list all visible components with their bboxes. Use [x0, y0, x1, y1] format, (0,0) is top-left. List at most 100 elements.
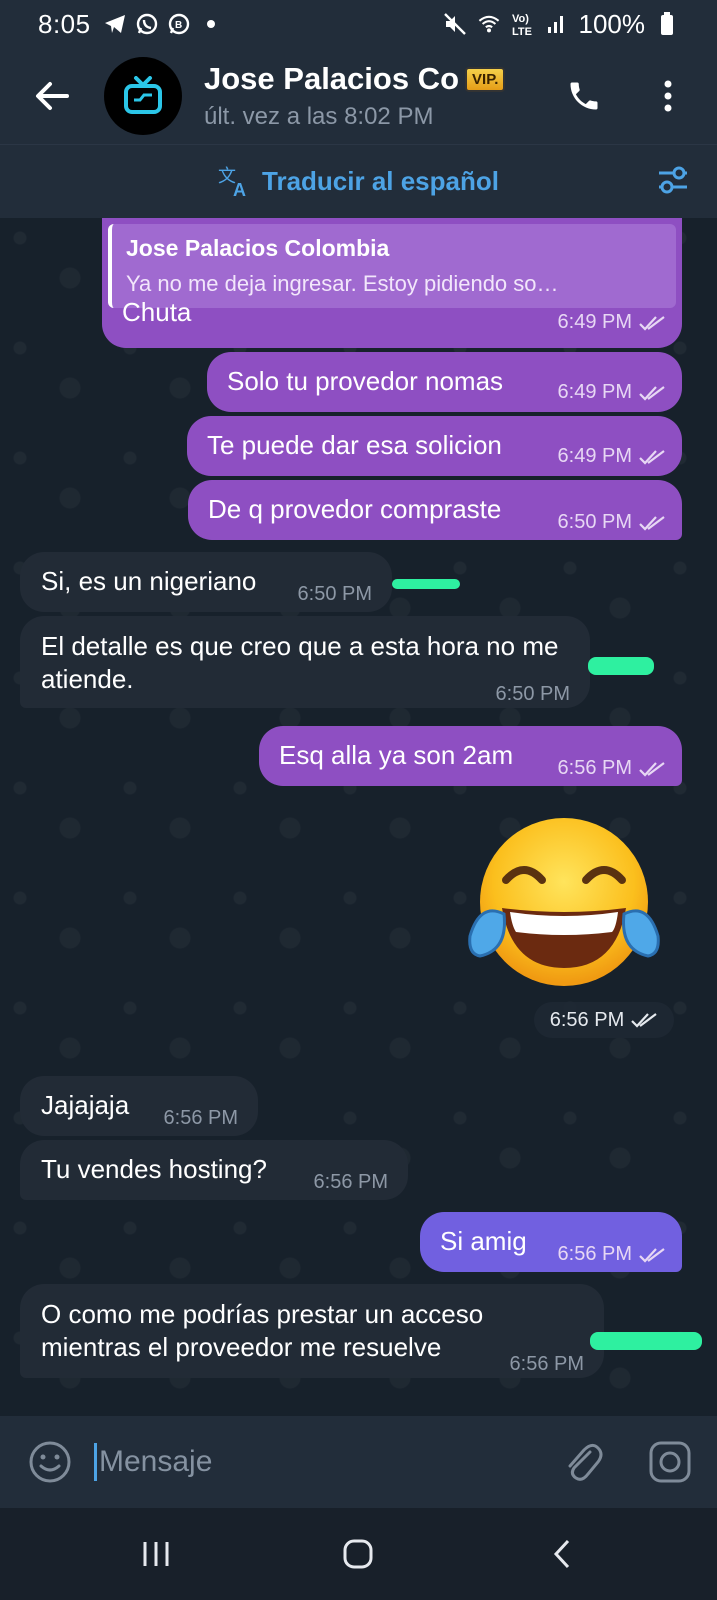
message-text: Te puede dar esa solicion: [207, 430, 502, 460]
clock: 8:05: [38, 8, 91, 39]
redaction-mark: [392, 579, 460, 589]
chat-title-area[interactable]: Jose Palacios Co VIP. últ. vez a las 8:0…: [204, 61, 524, 131]
message-time: 6:50 PM: [557, 511, 632, 533]
message-bubble-outgoing[interactable]: Esq alla ya son 2am 6:56 PM: [259, 726, 682, 786]
message-bubble-incoming[interactable]: Si, es un nigeriano 6:50 PM: [20, 552, 392, 612]
translate-label: Traducir al español: [262, 166, 499, 196]
reply-text: Ya no me deja ingresar. Estoy pidiendo s…: [126, 271, 559, 296]
emoji-message[interactable]: [466, 816, 662, 996]
translate-icon: 文A: [218, 166, 246, 198]
recents-button[interactable]: [126, 1534, 186, 1574]
message-input-placeholder: Mensaje: [99, 1445, 213, 1478]
mute-icon: [443, 12, 467, 36]
double-check-icon: [639, 449, 665, 465]
message-bubble-outgoing[interactable]: De q provedor compraste 6:50 PM: [188, 480, 682, 540]
message-time: 6:56 PM: [557, 757, 632, 779]
camera-button[interactable]: [648, 1440, 692, 1489]
whatsapp-business-icon: B: [167, 12, 191, 36]
message-time: 6:56 PM: [163, 1107, 238, 1129]
home-button[interactable]: [328, 1534, 388, 1574]
message-bubble-outgoing[interactable]: Jose Palacios Colombia Ya no me deja ing…: [102, 218, 682, 348]
message-text: Si amig: [440, 1226, 527, 1256]
volte-icon: Vo) LTE: [511, 12, 535, 37]
call-button[interactable]: [560, 72, 608, 120]
text-cursor: [94, 1443, 97, 1481]
double-check-icon: [631, 1013, 657, 1028]
dot-icon: [199, 12, 223, 36]
message-bubble-outgoing[interactable]: Si amig 6:56 PM: [420, 1212, 682, 1272]
svg-text:A: A: [233, 180, 246, 198]
home-icon: [343, 1539, 373, 1569]
more-vertical-icon: [664, 80, 672, 112]
message-text: Solo tu provedor nomas: [227, 366, 504, 396]
redaction-mark: [590, 1332, 702, 1350]
sliders-icon: [659, 166, 687, 194]
message-time: 6:50 PM: [495, 683, 570, 705]
emoji-button[interactable]: [28, 1440, 72, 1489]
message-text: Tu vendes hosting?: [41, 1154, 267, 1184]
message-text: De q provedor compraste: [208, 494, 502, 524]
message-time: 6:56 PM: [509, 1353, 584, 1375]
tears-of-joy-emoji: [468, 818, 660, 986]
message-bubble-outgoing[interactable]: Solo tu provedor nomas 6:49 PM: [207, 352, 682, 412]
signal-icon: [545, 12, 569, 36]
message-time: 6:49 PM: [557, 445, 632, 467]
message-text: Jajajaja: [41, 1090, 130, 1120]
avatar[interactable]: [104, 57, 182, 135]
message-time: 6:56 PM: [557, 1243, 632, 1265]
double-check-icon: [639, 315, 665, 331]
phone-icon: [570, 82, 598, 110]
emoji-timestamp-chip: 6:56 PM: [534, 1002, 674, 1038]
arrow-left-icon: [36, 82, 69, 110]
reply-quote[interactable]: Jose Palacios Colombia Ya no me deja ing…: [108, 224, 676, 308]
message-bubble-incoming[interactable]: O como me podrías prestar un acceso mien…: [20, 1284, 604, 1378]
status-bar: 8:05 B Vo) LTE 100%: [0, 0, 717, 48]
telegram-icon: [103, 12, 127, 36]
message-composer: Mensaje: [0, 1416, 717, 1508]
back-button[interactable]: [0, 48, 104, 144]
chat-title: Jose Palacios Co: [204, 61, 460, 96]
double-check-icon: [639, 515, 665, 531]
message-text: O como me podrías prestar un acceso mien…: [41, 1299, 484, 1362]
camera-icon: [649, 1441, 691, 1483]
system-nav-bar: [0, 1508, 717, 1600]
wifi-icon: [477, 12, 501, 36]
message-list[interactable]: Jose Palacios Colombia Ya no me deja ing…: [0, 218, 717, 1416]
message-text: Si, es un nigeriano: [41, 566, 257, 596]
chat-header: Jose Palacios Co VIP. últ. vez a las 8:0…: [0, 48, 717, 144]
message-bubble-outgoing[interactable]: Te puede dar esa solicion 6:49 PM: [187, 416, 682, 476]
vip-badge: VIP.: [465, 66, 506, 92]
battery-icon: [655, 12, 679, 36]
message-time: 6:49 PM: [557, 381, 632, 403]
message-time: 6:49 PM: [557, 311, 632, 333]
message-time: 6:56 PM: [313, 1171, 388, 1193]
back-nav-button[interactable]: [532, 1534, 592, 1574]
message-time: 6:50 PM: [297, 583, 372, 605]
message-time: 6:56 PM: [549, 1008, 625, 1031]
message-bubble-incoming[interactable]: El detalle es que creo que a esta hora n…: [20, 616, 590, 708]
message-bubble-incoming[interactable]: Jajajaja 6:56 PM: [20, 1076, 258, 1136]
double-check-icon: [639, 761, 665, 777]
message-bubble-incoming[interactable]: Tu vendes hosting? 6:56 PM: [20, 1140, 408, 1200]
message-text: Esq alla ya son 2am: [279, 740, 514, 770]
last-seen: últ. vez a las 8:02 PM: [204, 103, 434, 130]
translate-bar[interactable]: 文A Traducir al español: [0, 144, 717, 218]
smiley-icon: [29, 1441, 71, 1483]
battery-percent: 100%: [578, 8, 646, 39]
tv-icon: [124, 76, 162, 114]
translate-settings-button[interactable]: [657, 165, 689, 200]
double-check-icon: [639, 1247, 665, 1263]
reply-author: Jose Palacios Colombia: [126, 235, 390, 261]
recents-icon: [143, 1542, 169, 1566]
double-check-icon: [639, 385, 665, 401]
message-text: Chuta: [122, 297, 192, 327]
svg-text:B: B: [175, 20, 182, 31]
redaction-mark: [588, 657, 654, 675]
whatsapp-icon: [135, 12, 159, 36]
paperclip-icon: [568, 1443, 603, 1481]
svg-text:Vo): Vo): [512, 13, 529, 25]
message-input[interactable]: Mensaje: [94, 1436, 514, 1488]
chevron-left-icon: [553, 1539, 570, 1569]
attach-button[interactable]: [560, 1440, 604, 1489]
more-menu-button[interactable]: [648, 72, 688, 120]
